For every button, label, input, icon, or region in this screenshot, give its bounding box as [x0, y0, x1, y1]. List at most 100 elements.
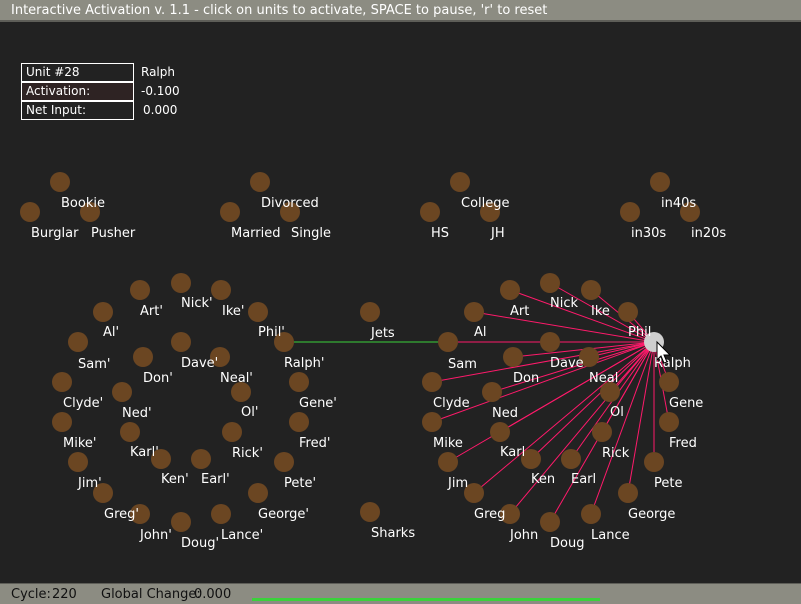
unit-label-greg: Greg: [474, 507, 505, 522]
unit-node-gene[interactable]: [659, 372, 679, 392]
unit-node-pete-prime[interactable]: [274, 452, 294, 472]
unit-label-al: Al: [474, 325, 487, 340]
unit-node-jets[interactable]: [360, 302, 380, 322]
unit-node-al-prime[interactable]: [93, 302, 113, 322]
unit-label-burglar: Burglar: [31, 226, 79, 241]
unit-node-george-prime[interactable]: [248, 483, 268, 503]
unit-label-earl-prime: Earl': [201, 472, 230, 487]
unit-node-earl[interactable]: [561, 449, 581, 469]
unit-node-in30s[interactable]: [620, 202, 640, 222]
unit-node-ike[interactable]: [581, 280, 601, 300]
unit-node-divorced[interactable]: [250, 172, 270, 192]
unit-node-college[interactable]: [450, 172, 470, 192]
unit-label-lance: Lance: [591, 528, 630, 543]
unit-node-don[interactable]: [503, 347, 523, 367]
unit-node-karl-prime[interactable]: [120, 422, 140, 442]
global-change-label: Global Change:: [101, 587, 201, 602]
unit-label-rick-prime: Rick': [232, 446, 263, 461]
unit-label-phil-prime: Phil': [258, 325, 285, 340]
unit-node-earl-prime[interactable]: [191, 449, 211, 469]
unit-label-sam-prime: Sam': [78, 357, 110, 372]
unit-node-nick-prime[interactable]: [171, 273, 191, 293]
unit-node-doug-prime[interactable]: [171, 512, 191, 532]
unit-label-ned: Ned: [492, 406, 518, 421]
unit-node-rick[interactable]: [592, 422, 612, 442]
unit-node-phil-prime[interactable]: [248, 302, 268, 322]
unit-node-ike-prime[interactable]: [211, 280, 231, 300]
unit-node-sam[interactable]: [438, 332, 458, 352]
unit-label-art-prime: Art': [140, 304, 163, 319]
unit-node-phil[interactable]: [618, 302, 638, 322]
unit-label-gene-prime: Gene': [299, 396, 337, 411]
unit-node-fred-prime[interactable]: [289, 412, 309, 432]
unit-node-lance-prime[interactable]: [211, 504, 231, 524]
unit-label-ned-prime: Ned': [122, 406, 152, 421]
unit-label-lance-prime: Lance': [221, 528, 263, 543]
unit-node-sharks[interactable]: [360, 502, 380, 522]
unit-node-mike-prime[interactable]: [52, 412, 72, 432]
unit-label-neal: Neal: [589, 371, 618, 386]
unit-label-college: College: [461, 196, 510, 211]
unit-node-al[interactable]: [464, 302, 484, 322]
unit-label-married: Married: [231, 226, 281, 241]
unit-node-don-prime[interactable]: [133, 347, 153, 367]
unit-node-sam-prime[interactable]: [68, 332, 88, 352]
unit-node-ned[interactable]: [482, 382, 502, 402]
unit-node-clyde-prime[interactable]: [52, 372, 72, 392]
unit-node-doug[interactable]: [540, 512, 560, 532]
unit-node-karl[interactable]: [490, 422, 510, 442]
unit-label-rick: Rick: [602, 446, 630, 461]
unit-node-burglar[interactable]: [20, 202, 40, 222]
unit-node-art-prime[interactable]: [130, 280, 150, 300]
unit-label-divorced: Divorced: [261, 196, 319, 211]
unit-node-george[interactable]: [618, 483, 638, 503]
unit-node-ned-prime[interactable]: [112, 382, 132, 402]
unit-label-sam: Sam: [448, 357, 477, 372]
unit-label-karl-prime: Karl': [130, 445, 159, 460]
unit-label-doug-prime: Doug': [181, 536, 219, 551]
unit-label-george-prime: George': [258, 507, 309, 522]
unit-label-pete: Pete: [654, 476, 682, 491]
unit-label-ralph: Ralph: [654, 356, 691, 371]
cycle-value: 220: [52, 587, 77, 602]
unit-label-clyde-prime: Clyde': [63, 396, 103, 411]
net-input-value: 0.000: [143, 103, 178, 117]
unit-node-art[interactable]: [500, 280, 520, 300]
unit-label-art: Art: [510, 304, 529, 319]
unit-id-label: Unit #28: [26, 65, 80, 79]
unit-node-jim-prime[interactable]: [68, 452, 88, 472]
unit-label-ol-prime: Ol': [241, 405, 258, 420]
unit-node-dave[interactable]: [540, 332, 560, 352]
unit-label-mike: Mike: [433, 436, 463, 451]
unit-node-nick[interactable]: [540, 273, 560, 293]
unit-node-clyde[interactable]: [422, 372, 442, 392]
unit-label-mike-prime: Mike': [63, 436, 96, 451]
unit-label-ken-prime: Ken': [161, 472, 189, 487]
unit-label-gene: Gene: [669, 396, 703, 411]
unit-label-ike-prime: Ike': [222, 304, 244, 319]
unit-label-al-prime: Al': [103, 325, 119, 340]
unit-node-fred[interactable]: [659, 412, 679, 432]
unit-node-gene-prime[interactable]: [289, 372, 309, 392]
unit-name-value: Ralph: [141, 65, 175, 79]
unit-node-married[interactable]: [220, 202, 240, 222]
unit-node-lance[interactable]: [581, 504, 601, 524]
unit-node-bookie[interactable]: [50, 172, 70, 192]
unit-label-don: Don: [513, 371, 539, 386]
unit-node-pete[interactable]: [644, 452, 664, 472]
unit-label-george: George: [628, 507, 675, 522]
unit-label-earl: Earl: [571, 472, 596, 487]
unit-node-jim[interactable]: [438, 452, 458, 472]
unit-label-sharks: Sharks: [371, 526, 415, 541]
unit-node-hs[interactable]: [420, 202, 440, 222]
unit-label-karl: Karl: [500, 445, 525, 460]
unit-node-mike[interactable]: [422, 412, 442, 432]
unit-label-don-prime: Don': [143, 371, 173, 386]
unit-label-dave: Dave: [550, 356, 584, 371]
unit-node-dave-prime[interactable]: [171, 332, 191, 352]
net-input-label: Net Input:: [26, 103, 86, 117]
unit-label-jets: Jets: [370, 326, 395, 341]
unit-node-rick-prime[interactable]: [222, 422, 242, 442]
cycle-label: Cycle:: [11, 587, 51, 602]
unit-node-in40s[interactable]: [650, 172, 670, 192]
